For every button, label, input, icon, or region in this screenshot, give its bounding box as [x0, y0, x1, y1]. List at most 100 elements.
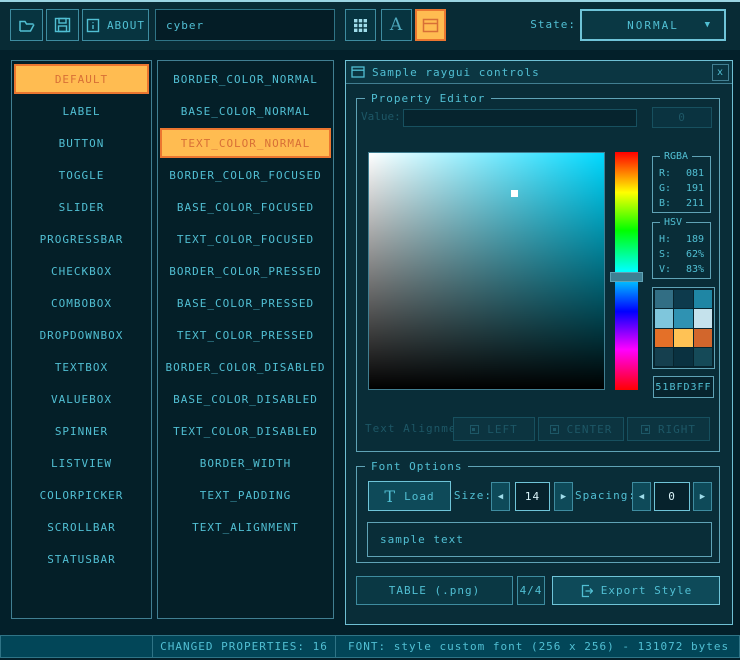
color-picker-cursor[interactable]	[511, 190, 518, 197]
control-item-spinner[interactable]: SPINNER	[14, 416, 149, 446]
font-a-icon: A	[390, 15, 403, 35]
control-item-valuebox[interactable]: VALUEBOX	[14, 384, 149, 414]
control-item-checkbox[interactable]: CHECKBOX	[14, 256, 149, 286]
statusbar-changed-properties: CHANGED PROPERTIES: 16	[152, 635, 336, 658]
open-style-button[interactable]	[10, 9, 43, 41]
property-item-text_color_disabled[interactable]: TEXT_COLOR_DISABLED	[160, 416, 331, 446]
control-item-toggle[interactable]: TOGGLE	[14, 160, 149, 190]
color-swatch[interactable]	[655, 309, 673, 327]
export-style-button[interactable]: Export Style	[552, 576, 720, 605]
control-item-combobox[interactable]: COMBOBOX	[14, 288, 149, 318]
control-item-progressbar[interactable]: PROGRESSBAR	[14, 224, 149, 254]
property-item-text_color_focused[interactable]: TEXT_COLOR_FOCUSED	[160, 224, 331, 254]
color-picker-area[interactable]	[368, 152, 605, 390]
value-button[interactable]: 0	[652, 107, 712, 128]
save-style-button[interactable]	[46, 9, 79, 41]
window-icon	[422, 18, 439, 33]
property-item-border_color_normal[interactable]: BORDER_COLOR_NORMAL	[160, 64, 331, 94]
control-item-statusbar[interactable]: STATUSBAR	[14, 544, 149, 574]
size-label: Size:	[452, 481, 492, 511]
export-icon	[580, 584, 593, 598]
state-dropdown[interactable]: NORMAL ▼	[580, 9, 726, 41]
window-title-icon	[351, 66, 365, 78]
align-left-button[interactable]: LEFT	[453, 417, 535, 441]
control-item-listview[interactable]: LISTVIEW	[14, 448, 149, 478]
color-swatch[interactable]	[674, 309, 692, 327]
size-decrease-button[interactable]: ◀	[491, 482, 510, 511]
spacing-decrease-button[interactable]: ◀	[632, 482, 651, 511]
about-label: ABOUT	[107, 19, 145, 32]
color-swatch[interactable]	[674, 329, 692, 347]
about-button[interactable]: ABOUT	[82, 9, 149, 41]
folder-open-icon	[18, 18, 36, 33]
color-swatch[interactable]	[655, 290, 673, 308]
control-item-scrollbar[interactable]: SCROLLBAR	[14, 512, 149, 542]
spacing-increase-button[interactable]: ▶	[693, 482, 712, 511]
hue-slider-handle[interactable]	[610, 272, 643, 282]
hsv-title: HSV	[660, 216, 686, 229]
color-swatch[interactable]	[655, 329, 673, 347]
rguistyler-app: ABOUT A State: NORMAL ▼ DEFAULTLABELBUTT…	[0, 0, 740, 660]
control-item-default[interactable]: DEFAULT	[14, 64, 149, 94]
controls-listview: DEFAULTLABELBUTTONTOGGLESLIDERPROGRESSBA…	[11, 60, 152, 619]
control-item-textbox[interactable]: TEXTBOX	[14, 352, 149, 382]
property-item-text_padding[interactable]: TEXT_PADDING	[160, 480, 331, 510]
property-item-text_alignment[interactable]: TEXT_ALIGNMENT	[160, 512, 331, 542]
color-swatch[interactable]	[674, 348, 692, 366]
window-titlebar[interactable]: Sample raygui controls x	[346, 61, 732, 84]
color-swatch[interactable]	[694, 290, 712, 308]
rgba-box: RGBA R:081G:191B:211	[652, 156, 711, 213]
property-item-base_color_focused[interactable]: BASE_COLOR_FOCUSED	[160, 192, 331, 222]
color-component-row: V:83%	[653, 262, 710, 277]
control-item-colorpicker[interactable]: COLORPICKER	[14, 480, 149, 510]
color-swatch[interactable]	[694, 348, 712, 366]
size-increase-button[interactable]: ▶	[554, 482, 573, 511]
color-swatch[interactable]	[655, 348, 673, 366]
property-item-border_width[interactable]: BORDER_WIDTH	[160, 448, 331, 478]
hex-value-box[interactable]: 51BFD3FF	[653, 376, 714, 398]
property-item-base_color_pressed[interactable]: BASE_COLOR_PRESSED	[160, 288, 331, 318]
align-left-icon	[470, 425, 479, 434]
control-item-label[interactable]: LABEL	[14, 96, 149, 126]
style-name-input[interactable]	[155, 9, 335, 41]
align-center-button[interactable]: CENTER	[538, 417, 624, 441]
arrow-right-icon: ▶	[700, 492, 705, 502]
control-item-dropdownbox[interactable]: DROPDOWNBOX	[14, 320, 149, 350]
font-options-title: Font Options	[365, 459, 468, 474]
color-swatch[interactable]	[694, 329, 712, 347]
property-item-border_color_pressed[interactable]: BORDER_COLOR_PRESSED	[160, 256, 331, 286]
sample-controls-window: Sample raygui controls x Property Editor…	[345, 60, 733, 625]
value-label: Value:	[361, 108, 401, 126]
control-view-button[interactable]	[415, 9, 446, 41]
color-component-row: S:62%	[653, 247, 710, 262]
font-view-button[interactable]: A	[381, 9, 412, 41]
control-item-button[interactable]: BUTTON	[14, 128, 149, 158]
value-slider[interactable]	[403, 109, 637, 127]
color-component-row: B:211	[653, 196, 710, 211]
color-swatch[interactable]	[694, 309, 712, 327]
arrow-right-icon: ▶	[561, 492, 566, 502]
close-icon[interactable]: x	[712, 64, 729, 81]
property-item-border_color_disabled[interactable]: BORDER_COLOR_DISABLED	[160, 352, 331, 382]
color-swatch[interactable]	[674, 290, 692, 308]
property-item-text_color_pressed[interactable]: TEXT_COLOR_PRESSED	[160, 320, 331, 350]
font-load-button[interactable]: T Load	[368, 481, 451, 511]
property-item-base_color_disabled[interactable]: BASE_COLOR_DISABLED	[160, 384, 331, 414]
spacing-value-box[interactable]: 0	[654, 482, 690, 511]
color-component-row: G:191	[653, 181, 710, 196]
property-editor-group: Property Editor Value: 0 RGBA R:081G:191…	[356, 98, 720, 452]
property-item-text_color_normal[interactable]: TEXT_COLOR_NORMAL	[160, 128, 331, 158]
font-options-group: Font Options T Load Size: ◀ 14 ▶ Spacing…	[356, 466, 720, 563]
color-component-row: R:081	[653, 166, 710, 181]
align-right-button[interactable]: RIGHT	[627, 417, 710, 441]
align-center-icon	[550, 425, 559, 434]
export-format-button[interactable]: TABLE (.png)	[356, 576, 513, 605]
size-value-box[interactable]: 14	[515, 482, 550, 511]
grid-view-button[interactable]	[345, 9, 376, 41]
hsv-box: HSV H:189S:62%V:83%	[652, 222, 711, 279]
spacing-label: Spacing:	[575, 481, 629, 511]
property-item-base_color_normal[interactable]: BASE_COLOR_NORMAL	[160, 96, 331, 126]
control-item-slider[interactable]: SLIDER	[14, 192, 149, 222]
property-item-border_color_focused[interactable]: BORDER_COLOR_FOCUSED	[160, 160, 331, 190]
sample-text-input[interactable]	[367, 522, 712, 557]
